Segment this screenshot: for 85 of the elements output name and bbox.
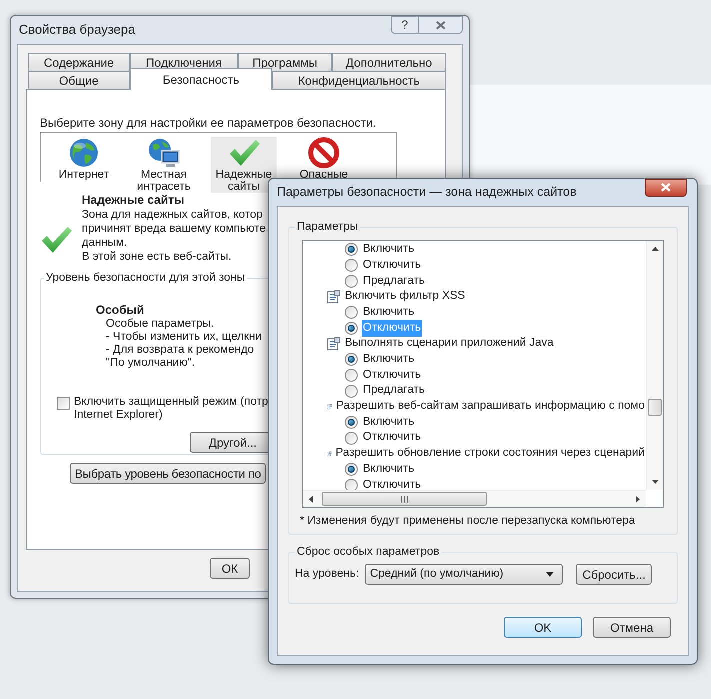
custom-level-button[interactable]: Другой... [190,432,270,453]
option-label[interactable]: Отключить [362,429,422,447]
close-icon [661,183,671,192]
field-label: На уровень: [295,566,360,582]
grip-icon [400,496,408,502]
zone-label: Надежные сайты [214,169,274,193]
tab[interactable]: Безопасность [130,68,272,90]
option-label[interactable]: Включить [362,460,416,478]
close-button[interactable] [645,178,687,196]
radio-button[interactable] [345,432,358,445]
zone-item[interactable]: Опасные [291,137,357,179]
group-label: Параметры [295,220,360,234]
radio-button[interactable] [345,322,358,335]
radio-button[interactable] [345,353,358,366]
level-name: Особый [96,303,144,318]
tab[interactable]: Конфиденциальность [272,71,446,90]
settings-icon [327,336,341,351]
prohibited-icon [308,137,340,169]
level-dropdown[interactable]: Средний (по умолчанию) [365,564,564,585]
setting-label: Разрешить обновление строки состояния через сценарий [336,446,645,462]
option-label[interactable]: Включить [362,351,416,368]
settings-icon [327,290,341,304]
scrollbar-thumb[interactable] [648,399,662,416]
checkbox[interactable] [57,397,70,410]
tab[interactable]: Дополнительно [332,53,446,72]
radio-button[interactable] [345,243,358,256]
level-description: "По умолчанию". [106,357,196,370]
zone-item[interactable]: Надежные сайты [211,137,277,193]
close-button[interactable] [419,16,463,34]
radio-button[interactable] [345,259,358,272]
radio-button[interactable] [345,478,358,490]
option-label[interactable]: Отключить [362,366,422,384]
scrollbar-thumb[interactable] [322,492,487,506]
zone-title: Надежные сайты [82,192,186,208]
option-label[interactable]: Включить [362,414,416,432]
dropdown-value: Средний (по умолчанию) [370,566,504,582]
option-label[interactable]: Предлагать [362,272,426,290]
radio-button[interactable] [345,368,358,382]
ok-button[interactable]: OK [504,617,582,638]
radio-button[interactable] [345,384,358,398]
tab[interactable]: Общие [28,71,130,90]
group-label: Уровень безопасности для этой зоны [44,271,248,285]
reset-button[interactable]: Сбросить... [576,564,652,585]
level-description: - Чтобы изменить их, щелкни [106,331,262,344]
checkbox-label: Включить защищенный режим (потр [74,396,268,409]
zone-item[interactable]: Местная интрасеть [131,137,197,193]
default-level-button[interactable]: Выбрать уровень безопасности по [70,463,266,484]
setting-label: Включить фильтр XSS [345,289,466,304]
tab[interactable]: Содержание [28,53,130,72]
ok-button[interactable]: ОК [210,558,250,579]
option-label[interactable]: Отключить [362,476,422,490]
zone-label: Местная интрасеть [136,169,192,193]
zone-label: Опасные [300,169,348,179]
note-text: * Изменения будут применены после перезапуска компьютера [300,514,636,528]
group-label: Сброс особых параметров [295,545,442,559]
checkbox-label: Internet Explorer) [74,409,164,422]
option-label[interactable]: Отключить [362,256,422,274]
dropdown-arrow-icon [546,572,554,577]
vertical-scrollbar[interactable] [646,241,663,490]
help-button[interactable]: ? [391,16,419,34]
setting-label: Выполнять сценарии приложений Java [345,336,554,352]
description-text: Зона для надежных сайтов, котор [82,208,264,222]
zone-label: Интернет [58,169,110,181]
option-label[interactable]: Включить [362,241,416,258]
horizontal-scrollbar[interactable] [303,490,646,507]
window-title: Свойства браузера [19,21,136,40]
zone-item[interactable]: Интернет [51,137,117,181]
option-label[interactable]: Включить [362,304,416,322]
description-text: данным. [82,236,128,250]
radio-button[interactable] [345,306,358,320]
globe-monitor-icon [148,137,180,169]
radio-button[interactable] [345,416,358,429]
option-label[interactable]: Предлагать [362,382,426,400]
close-icon [436,20,446,30]
description-text: причинят вреда вашему компьюте [82,222,266,236]
radio-button[interactable] [345,274,358,288]
level-description: - Для возврата к рекомендо [106,344,254,357]
radio-button[interactable] [345,462,358,476]
instruction-text: Выберите зону для настройки ее параметров безопасности. [40,116,378,130]
setting-label: Разрешить веб-сайтам запрашивать информацию с помо [336,399,645,414]
cancel-button[interactable]: Отмена [593,617,671,638]
level-description: Особые параметры. [106,318,214,331]
globe-icon [68,137,100,169]
description-text: В этой зоне есть веб-сайты. [82,250,233,264]
window-title: Параметры безопасности — зона надежных сайтов [277,184,577,202]
